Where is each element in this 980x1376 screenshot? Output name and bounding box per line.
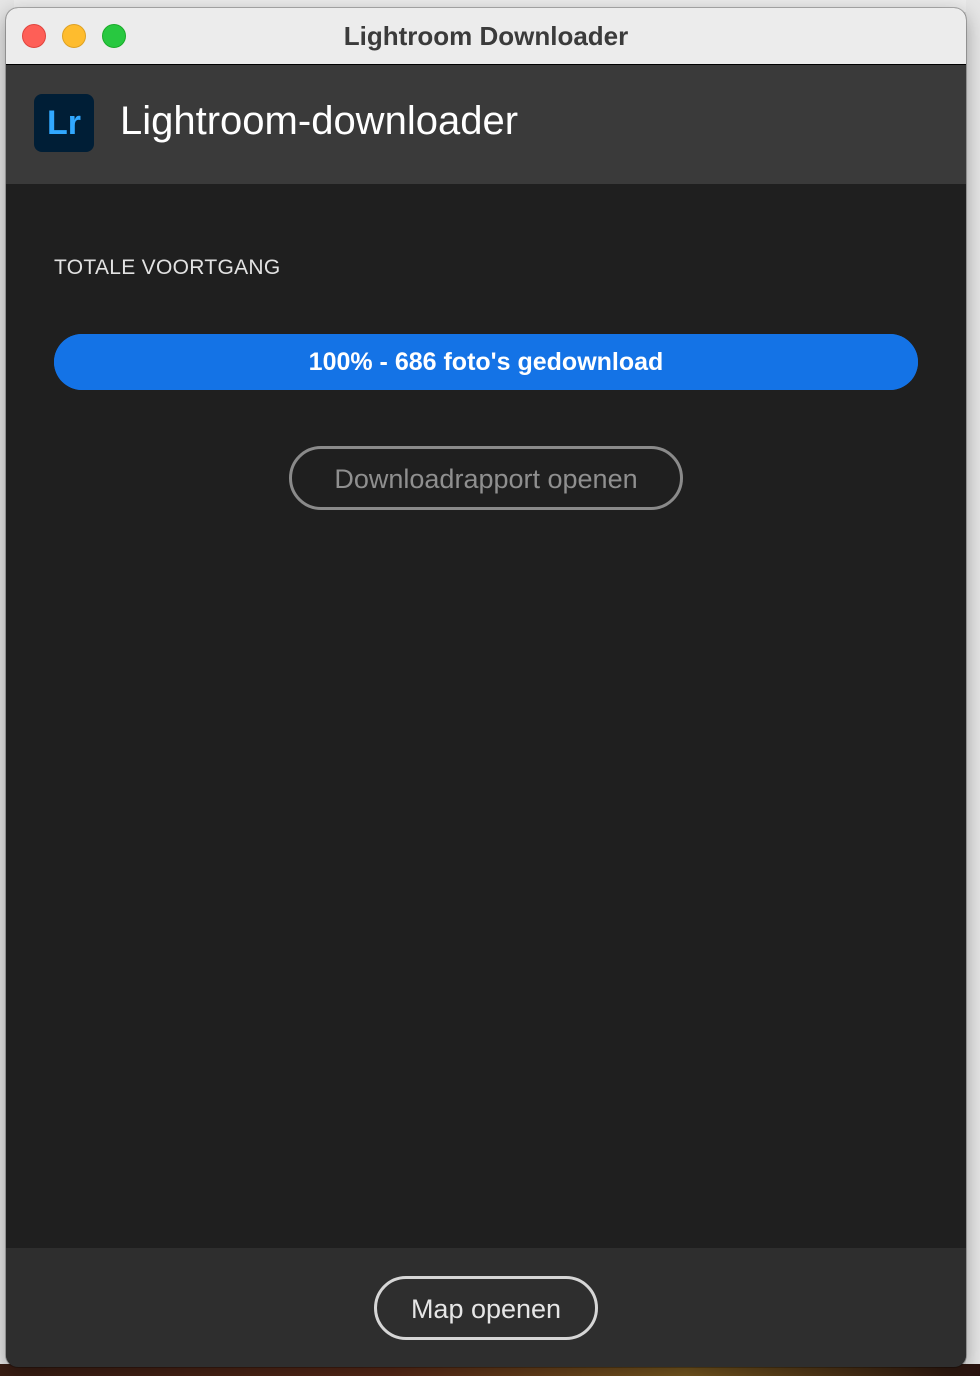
desktop-backdrop-right [966,0,980,1376]
progress-status-text: 100% - 686 foto's gedownload [308,348,664,376]
lightroom-logo-icon: Lr [34,94,94,152]
downloader-window: Lightroom Downloader Lr Lightroom-downlo… [6,8,966,1367]
window-title: Lightroom Downloader [343,21,629,51]
open-download-report-button[interactable]: Downloadrapport openen [289,446,683,510]
app-header: Lr Lightroom-downloader [6,65,966,184]
total-progress-bar: 100% - 686 foto's gedownload [54,334,918,390]
title-bar[interactable]: Lightroom Downloader [6,8,966,65]
app-name: Lightroom-downloader [120,99,519,143]
total-progress-label: TOTALE VOORTGANG [54,256,281,279]
footer-bar: Map openen [6,1248,966,1367]
open-folder-button[interactable]: Map openen [374,1276,598,1340]
